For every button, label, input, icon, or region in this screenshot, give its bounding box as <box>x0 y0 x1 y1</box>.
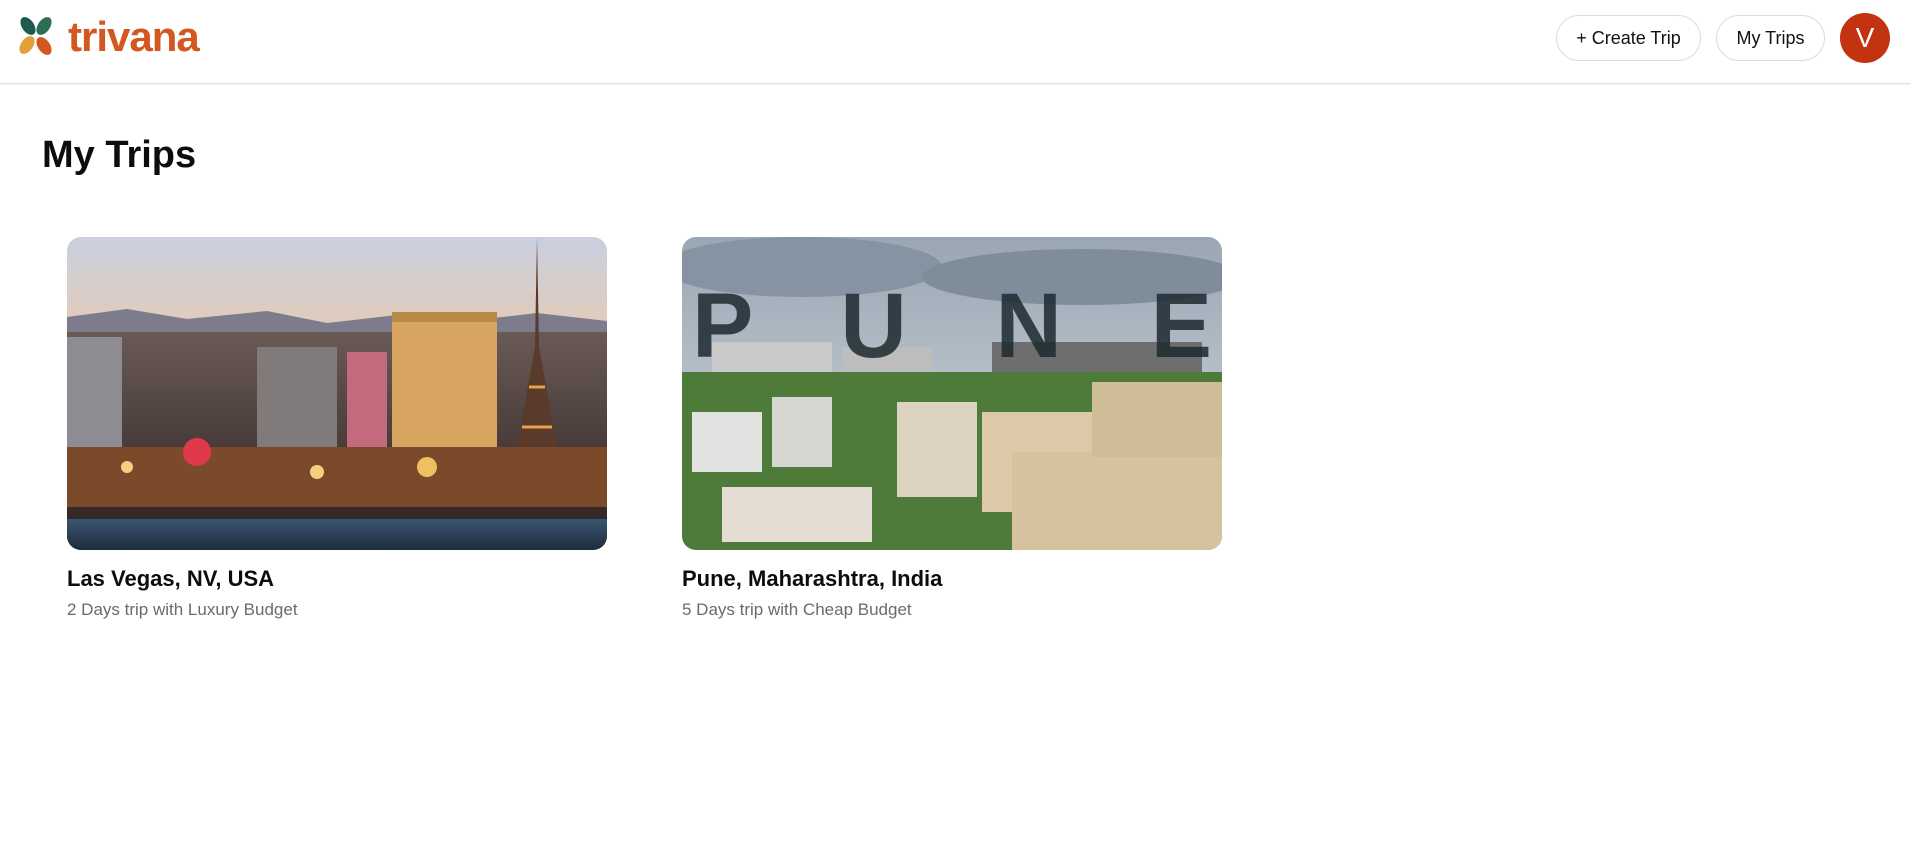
pune-image[interactable]: P U N E <box>682 237 1222 550</box>
brand-logo[interactable]: trivana <box>16 13 200 60</box>
trip-title: Pune, Maharashtra, India <box>682 566 943 591</box>
trip-card-pune[interactable]: P U N E Pune, Maharashtra, India 5 Days … <box>682 237 1222 620</box>
trip-title: Las Vegas, NV, USA <box>67 566 275 591</box>
my-trips-button[interactable]: My Trips <box>1716 15 1825 61</box>
las-vegas-image[interactable] <box>67 237 607 550</box>
trip-card-las-vegas[interactable]: Las Vegas, NV, USA 2 Days trip with Luxu… <box>67 237 607 620</box>
top-header: trivana + Create Trip My Trips V <box>0 0 1911 84</box>
create-trip-button[interactable]: + Create Trip <box>1556 15 1701 61</box>
brand-name: trivana <box>68 13 200 60</box>
user-avatar[interactable]: V <box>1840 13 1890 63</box>
page-title: My Trips <box>42 134 197 176</box>
header-nav: + Create Trip My Trips V <box>1556 13 1890 63</box>
trip-details: 5 Days trip with Cheap Budget <box>682 600 912 619</box>
trip-details: 2 Days trip with Luxury Budget <box>67 600 298 619</box>
trivana-logo-icon <box>19 17 52 55</box>
